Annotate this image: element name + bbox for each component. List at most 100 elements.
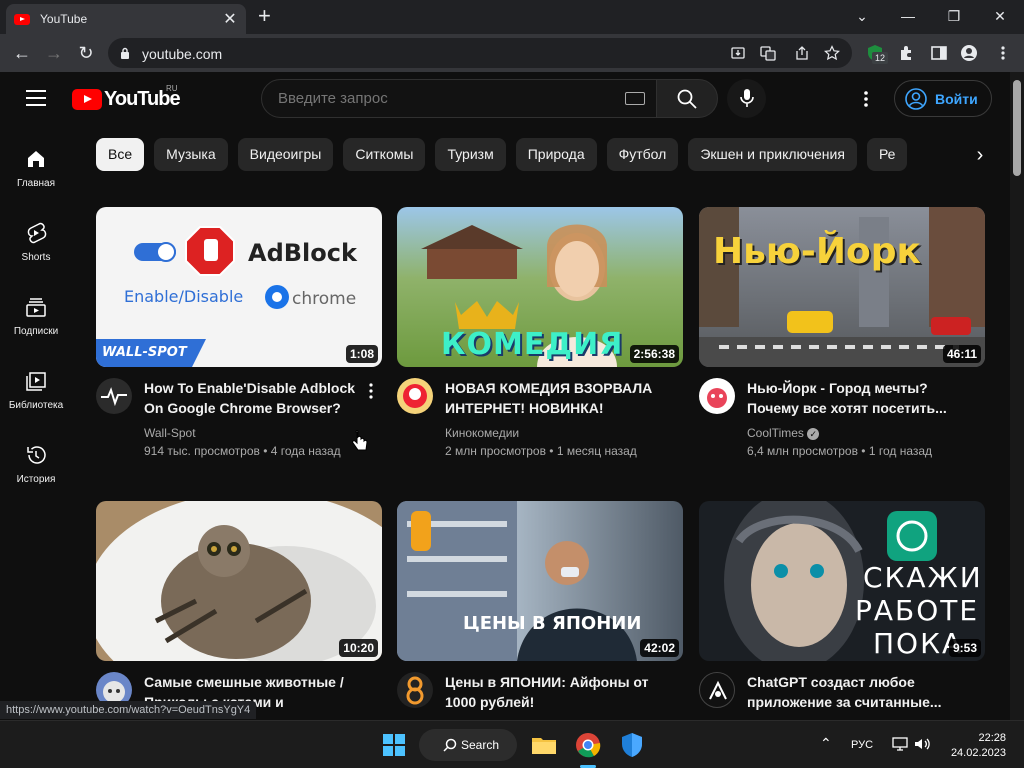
side-panel-icon[interactable] xyxy=(930,44,948,62)
chip-nature[interactable]: Природа xyxy=(515,138,597,171)
account-circle-icon xyxy=(905,87,927,110)
address-bar[interactable]: youtube.com xyxy=(108,38,852,68)
filter-chips-bar: Все Музыка Видеоигры Ситкомы Туризм Природа Фу… xyxy=(96,138,996,172)
video-duration: 42:02 xyxy=(640,639,679,657)
chip-football[interactable]: Футбол xyxy=(606,138,679,171)
sidebar-item-library[interactable]: Библиотека xyxy=(0,350,72,424)
video-thumbnail[interactable]: СКАЖИ РАБОТЕ ПОКА 9:53 xyxy=(699,501,985,661)
chip-partial[interactable]: Ре xyxy=(866,138,908,171)
windows-taskbar: Search ⌃ РУС 22:28 24.02.2023 xyxy=(0,720,1024,768)
channel-avatar[interactable] xyxy=(397,378,433,414)
keyboard-icon[interactable] xyxy=(625,92,645,105)
file-explorer-icon[interactable] xyxy=(528,729,560,761)
forward-button[interactable]: → xyxy=(42,41,66,65)
video-card[interactable]: СКАЖИ РАБОТЕ ПОКА 9:53 ChatGPT создаст л… xyxy=(699,501,985,710)
extensions-puzzle-icon[interactable] xyxy=(898,44,916,62)
search-button[interactable] xyxy=(656,79,718,118)
video-card[interactable]: 10:20 Самые смешные животные / Приколы с… xyxy=(96,501,382,710)
new-tab-button[interactable]: + xyxy=(258,5,271,27)
taskbar-clock[interactable]: 22:28 24.02.2023 xyxy=(946,731,1006,761)
windows-start-icon[interactable] xyxy=(378,729,410,761)
channel-avatar[interactable] xyxy=(699,378,735,414)
video-card[interactable]: AdBlock Enable/Disable chrome WALL-SPOT … xyxy=(96,207,382,458)
video-duration: 46:11 xyxy=(942,345,981,363)
eight-logo-icon xyxy=(406,676,424,705)
search-box[interactable] xyxy=(261,79,657,118)
input-language[interactable]: РУС xyxy=(851,739,873,751)
lock-icon xyxy=(121,47,129,59)
video-thumbnail[interactable]: Нью-Йорк 46:11 xyxy=(699,207,985,367)
video-menu-icon[interactable] xyxy=(368,382,374,400)
taskbar-search-button[interactable]: Search xyxy=(419,729,517,761)
close-window-button[interactable]: ✕ xyxy=(980,4,1020,28)
channel-name[interactable]: CoolTimes ✓ xyxy=(747,426,820,440)
scrollbar-thumb[interactable] xyxy=(1013,80,1021,176)
chip-action-adventure[interactable]: Экшен и приключения xyxy=(688,138,857,171)
library-icon xyxy=(26,372,46,391)
video-title[interactable]: How To Enable'Disable Adblock On Google … xyxy=(144,378,364,418)
thumbnail-text: РАБОТЕ xyxy=(855,594,980,627)
search-input[interactable] xyxy=(278,90,608,107)
video-title[interactable]: НОВАЯ КОМЕДИЯ ВЗОРВАЛА ИНТЕРНЕТ! НОВИНКА… xyxy=(445,378,665,418)
chip-music[interactable]: Музыка xyxy=(154,138,228,171)
video-thumbnail[interactable]: КОМЕДИЯ 2:56:38 xyxy=(397,207,683,367)
sidebar-item-shorts[interactable]: Shorts xyxy=(0,202,72,276)
hamburger-menu-icon[interactable] xyxy=(26,90,46,111)
video-title[interactable]: ChatGPT создаст любое приложение за счит… xyxy=(747,672,967,712)
chip-video-games[interactable]: Видеоигры xyxy=(237,138,334,171)
video-card[interactable]: КОМЕДИЯ 2:56:38 НОВАЯ КОМЕДИЯ ВЗОРВАЛА И… xyxy=(397,207,683,458)
reload-button[interactable]: ↻ xyxy=(74,41,98,65)
tray-chevron-up-icon[interactable]: ⌃ xyxy=(820,735,832,752)
bookmark-star-icon[interactable] xyxy=(824,45,840,61)
youtube-logo[interactable]: YouTube xyxy=(72,88,181,111)
video-title[interactable]: Цены в ЯПОНИИ: Айфоны от 1000 рублей! xyxy=(445,672,665,712)
network-icon[interactable] xyxy=(892,737,908,751)
sign-in-button[interactable]: Войти xyxy=(894,80,992,117)
chip-all[interactable]: Все xyxy=(96,138,145,171)
thumbnail-text: AdBlock xyxy=(248,239,357,267)
video-title[interactable]: Нью-Йорк - Город мечты? Почему все хотят… xyxy=(747,378,967,418)
profile-icon[interactable] xyxy=(960,44,978,62)
region-label: RU xyxy=(166,84,178,93)
video-card[interactable]: Нью-Йорк 46:11 Нью-Йорк - Город мечты? П… xyxy=(699,207,985,458)
share-icon[interactable] xyxy=(794,45,810,61)
channel-avatar[interactable] xyxy=(96,378,132,414)
video-duration: 1:08 xyxy=(345,345,378,363)
voice-search-button[interactable] xyxy=(727,79,766,118)
sidebar-item-home[interactable]: Главная xyxy=(0,128,72,202)
channel-avatar[interactable] xyxy=(397,672,433,708)
chip-tourism[interactable]: Туризм xyxy=(435,138,506,171)
chips-next-button[interactable]: › xyxy=(962,138,998,172)
translate-icon[interactable] xyxy=(760,45,776,61)
back-button[interactable]: ← xyxy=(10,41,34,65)
channel-name[interactable]: Wall-Spot xyxy=(144,426,196,440)
video-card[interactable]: ЦЕНЫ В ЯПОНИИ 42:02 Цены в ЯПОНИИ: Айфон… xyxy=(397,501,683,710)
pulse-logo-icon xyxy=(101,387,127,407)
video-thumbnail[interactable]: ЦЕНЫ В ЯПОНИИ 42:02 xyxy=(397,501,683,661)
tab-search-icon[interactable]: ⌄ xyxy=(842,4,882,28)
url-text: youtube.com xyxy=(142,46,223,62)
chip-sitcoms[interactable]: Ситкомы xyxy=(343,138,426,171)
video-duration: 9:53 xyxy=(948,639,981,657)
restore-button[interactable]: ❐ xyxy=(934,4,974,28)
settings-more-icon[interactable] xyxy=(858,89,874,109)
browser-toolbar: ← → ↻ youtube.com xyxy=(0,34,1024,72)
channel-avatar[interactable] xyxy=(699,672,735,708)
install-app-icon[interactable] xyxy=(730,45,746,61)
security-shield-icon[interactable] xyxy=(616,729,648,761)
sidebar-item-history[interactable]: История xyxy=(0,424,72,498)
sidebar-item-subscriptions[interactable]: Подписки xyxy=(0,276,72,350)
close-tab-icon[interactable]: ✕ xyxy=(222,9,238,29)
thumbnail-text: Enable/Disable xyxy=(124,287,244,306)
browser-menu-icon[interactable] xyxy=(994,44,1012,62)
search-icon xyxy=(677,89,697,109)
minimize-button[interactable]: — xyxy=(888,4,928,28)
video-thumbnail[interactable]: AdBlock Enable/Disable chrome WALL-SPOT … xyxy=(96,207,382,367)
link-status-bar: https://www.youtube.com/watch?v=OeudTnsY… xyxy=(0,701,257,719)
channel-name[interactable]: Кинокомедии xyxy=(445,426,519,440)
page-scrollbar[interactable] xyxy=(1010,72,1024,720)
video-thumbnail[interactable]: 10:20 xyxy=(96,501,382,661)
volume-icon[interactable] xyxy=(914,737,932,751)
browser-tab[interactable]: YouTube ✕ xyxy=(6,4,246,34)
chrome-icon[interactable] xyxy=(572,729,604,761)
